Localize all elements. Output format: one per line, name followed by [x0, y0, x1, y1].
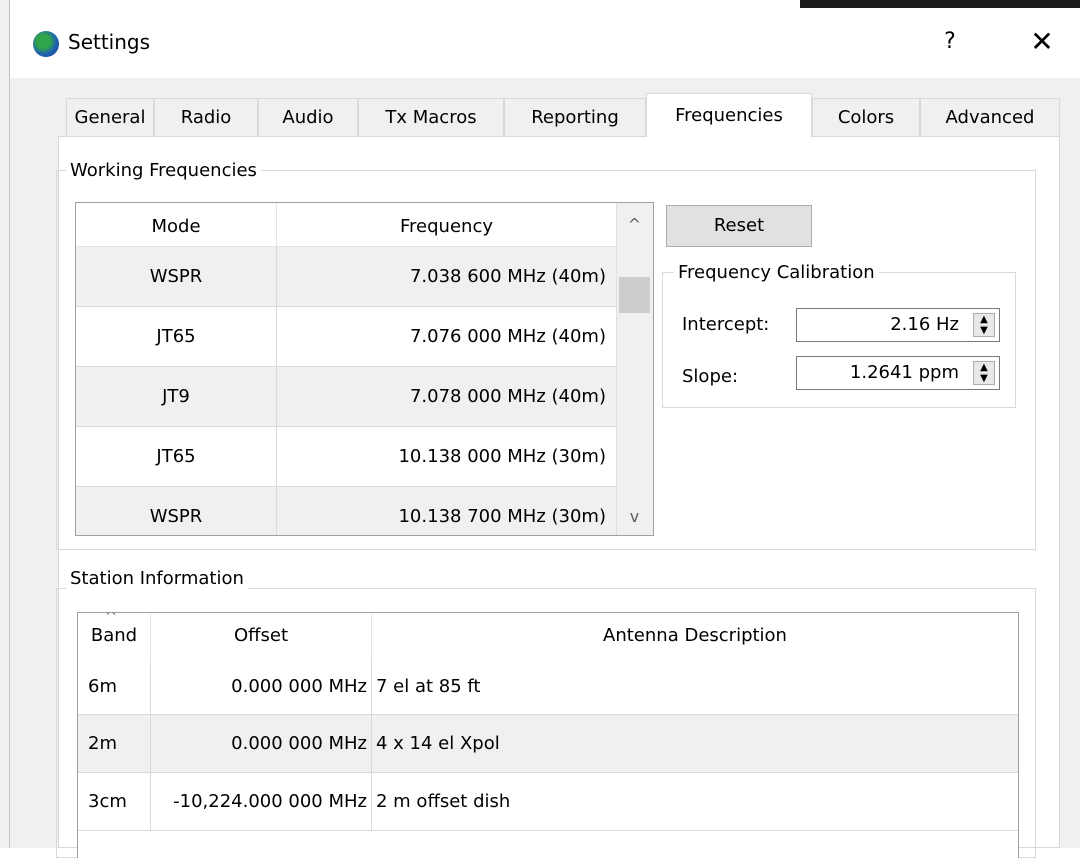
tab-advanced[interactable]: Advanced	[920, 98, 1060, 136]
column-header-offset[interactable]: Offset	[151, 613, 372, 659]
station-information-table[interactable]: Band ^ Offset Antenna Description 6m 0.0…	[77, 612, 1019, 858]
scroll-up-arrow-icon[interactable]: ^	[616, 203, 653, 241]
slope-label: Slope:	[682, 366, 739, 387]
frequency-cell: 7.038 600 MHz (40m)	[277, 247, 616, 307]
frequency-cell: 7.076 000 MHz (40m)	[277, 307, 616, 367]
mode-cell: JT65	[76, 307, 277, 367]
frequency-calibration-title: Frequency Calibration	[674, 262, 879, 283]
band-cell: 2m	[78, 715, 151, 773]
intercept-value[interactable]: 2.16 Hz	[890, 314, 959, 335]
sort-indicator-icon: ^	[105, 612, 117, 625]
title-bar	[10, 8, 1080, 78]
intercept-spinbox[interactable]: 2.16 Hz ▲ ▼	[796, 308, 1000, 342]
tab-general[interactable]: General	[66, 98, 154, 136]
mode-cell: JT65	[76, 427, 277, 487]
column-header-mode[interactable]: Mode	[76, 203, 277, 247]
mode-cell: WSPR	[76, 487, 277, 535]
vertical-scrollbar[interactable]	[616, 203, 653, 535]
mode-cell: WSPR	[76, 247, 277, 307]
tab-radio[interactable]: Radio	[154, 98, 258, 136]
app-globe-icon	[33, 31, 59, 57]
window-title: Settings	[68, 30, 151, 54]
offset-cell: 0.000 000 MHz	[151, 659, 372, 715]
working-frequencies-title: Working Frequencies	[66, 160, 261, 181]
antenna-cell: 7 el at 85 ft	[372, 659, 1018, 715]
help-button[interactable]: ?	[930, 22, 970, 62]
tab-tx-macros[interactable]: Tx Macros	[358, 98, 504, 136]
tab-reporting[interactable]: Reporting	[504, 98, 646, 136]
band-cell: 6m	[78, 659, 151, 715]
frequency-cell: 7.078 000 MHz (40m)	[277, 367, 616, 427]
slope-value[interactable]: 1.2641 ppm	[850, 362, 959, 383]
scrollbar-thumb[interactable]	[619, 277, 650, 313]
slope-spin-arrows-icon[interactable]: ▲ ▼	[973, 361, 995, 385]
slope-spinbox[interactable]: 1.2641 ppm ▲ ▼	[796, 356, 1000, 390]
reset-button[interactable]: Reset	[666, 205, 812, 247]
background-window-strip	[800, 0, 1080, 8]
window-edge-left	[0, 0, 10, 848]
column-header-antenna-description[interactable]: Antenna Description	[372, 613, 1018, 659]
frequency-cell: 10.138 000 MHz (30m)	[277, 427, 616, 487]
offset-cell: 0.000 000 MHz	[151, 715, 372, 773]
antenna-cell: 4 x 14 el Xpol	[372, 715, 1018, 773]
station-information-title: Station Information	[66, 568, 248, 589]
sort-indicator-icon: ^	[441, 202, 453, 213]
tab-colors[interactable]: Colors	[812, 98, 920, 136]
tab-audio[interactable]: Audio	[258, 98, 358, 136]
mode-cell: JT9	[76, 367, 277, 427]
frequency-cell: 10.138 700 MHz (30m)	[277, 487, 616, 535]
offset-cell: -10,224.000 000 MHz	[151, 773, 372, 831]
close-button[interactable]: ✕	[1022, 22, 1062, 62]
intercept-label: Intercept:	[682, 314, 770, 335]
scroll-down-arrow-icon[interactable]: v	[616, 499, 653, 535]
band-cell: 3cm	[78, 773, 151, 831]
working-frequencies-table[interactable]: Mode Frequency ^ WSPR 7.038 600 MHz (40m…	[75, 202, 654, 536]
tab-frequencies[interactable]: Frequencies	[646, 93, 812, 137]
intercept-spin-arrows-icon[interactable]: ▲ ▼	[973, 313, 995, 337]
antenna-cell: 2 m offset dish	[372, 773, 1018, 831]
